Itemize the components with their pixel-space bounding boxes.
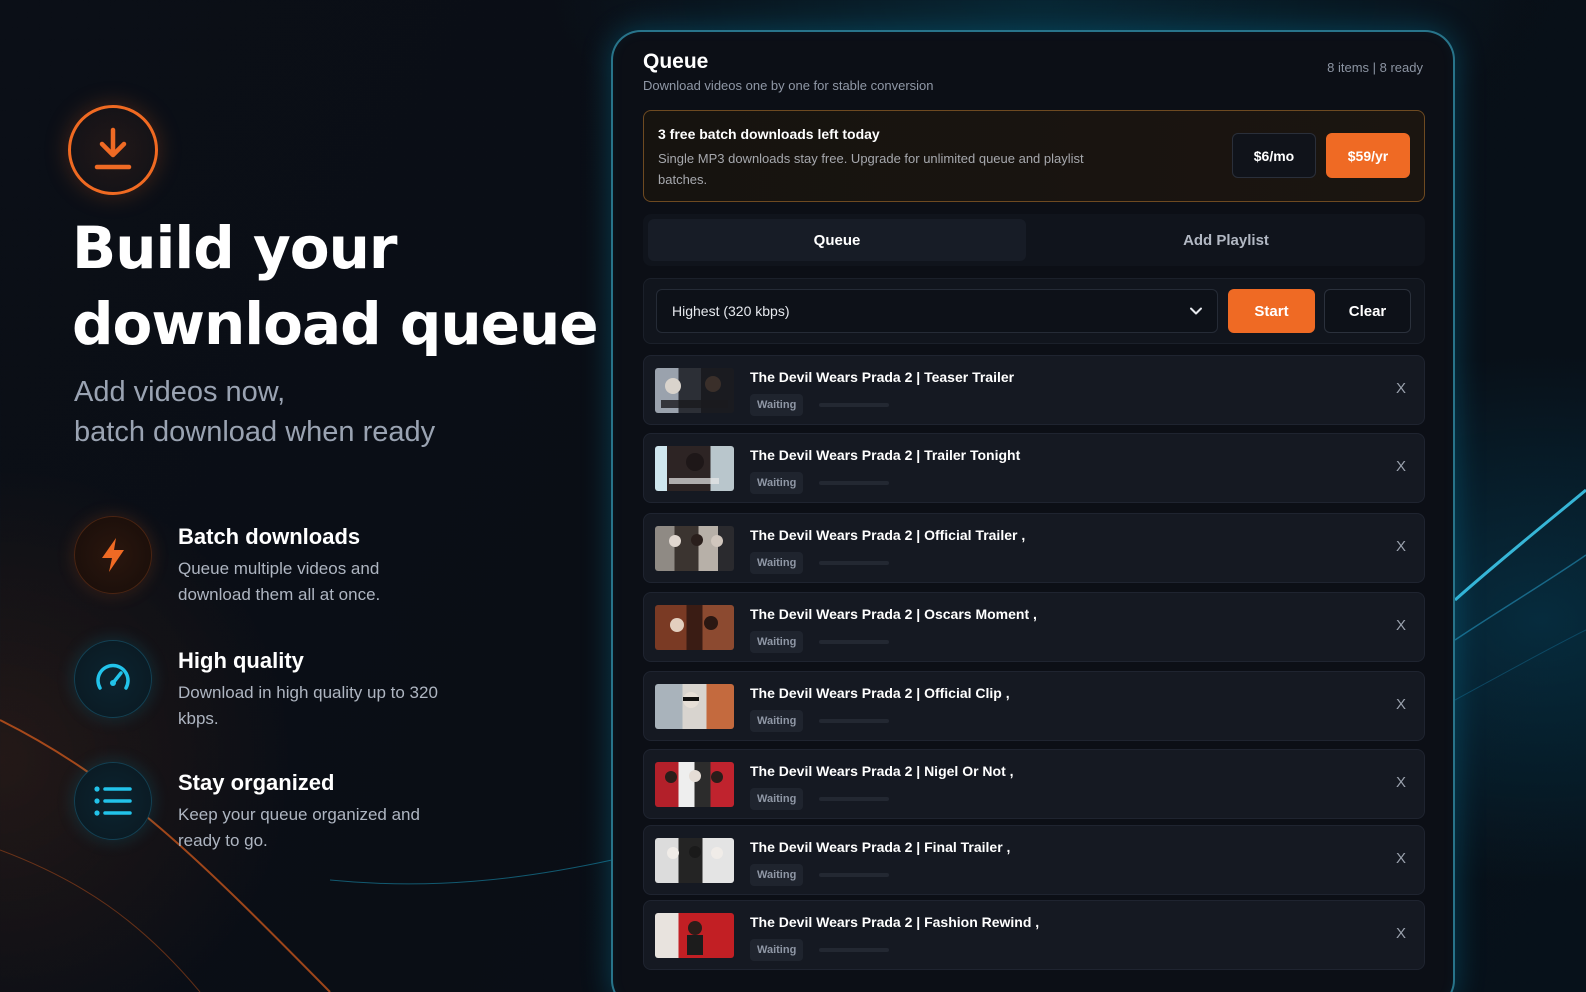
- queue-panel: Queue Download videos one by one for sta…: [611, 30, 1455, 992]
- feature-title: Batch downloads: [178, 524, 361, 549]
- hero-download-icon: [68, 105, 158, 195]
- item-title: The Devil Wears Prada 2 | Final Trailer …: [750, 839, 1011, 855]
- tab-bar: Queue Add Playlist: [643, 214, 1425, 266]
- speedometer-icon: [74, 640, 152, 718]
- yearly-plan-button[interactable]: $59/yr: [1326, 133, 1410, 178]
- progress-bar: [819, 640, 889, 644]
- item-title: The Devil Wears Prada 2 | Oscars Moment …: [750, 606, 1037, 622]
- lightning-icon: [74, 516, 152, 594]
- monthly-plan-button[interactable]: $6/mo: [1232, 133, 1316, 178]
- queue-item: The Devil Wears Prada 2 | Official Clip …: [643, 671, 1425, 741]
- tab-queue[interactable]: Queue: [648, 219, 1026, 261]
- progress-bar: [819, 948, 889, 952]
- queue-item: The Devil Wears Prada 2 | Final Trailer …: [643, 825, 1425, 895]
- progress-bar: [819, 873, 889, 877]
- queue-count: 8 items | 8 ready: [1327, 60, 1423, 75]
- feature-batch-downloads: Batch downloads Queue multiple videos an…: [74, 516, 494, 606]
- promo-text: Single MP3 downloads stay free. Upgrade …: [658, 151, 1084, 187]
- remove-item-button[interactable]: X: [1396, 538, 1406, 555]
- remove-item-button[interactable]: X: [1396, 774, 1406, 791]
- queue-item: The Devil Wears Prada 2 | Teaser Trailer…: [643, 355, 1425, 425]
- panel-title: Queue: [643, 50, 709, 73]
- tab-add-playlist[interactable]: Add Playlist: [1037, 219, 1415, 261]
- feature-description: Keep your queue organized and ready to g…: [178, 805, 420, 850]
- remove-item-button[interactable]: X: [1396, 458, 1406, 475]
- hero-title: Build your download queue: [72, 214, 599, 358]
- progress-bar: [819, 719, 889, 723]
- item-title: The Devil Wears Prada 2 | Official Clip …: [750, 685, 1010, 701]
- item-title: The Devil Wears Prada 2 | Fashion Rewind…: [750, 914, 1040, 930]
- quality-select[interactable]: Highest (320 kbps): [656, 289, 1218, 333]
- status-badge: Waiting: [750, 864, 804, 886]
- list-icon: [74, 762, 152, 840]
- status-badge: Waiting: [750, 788, 804, 810]
- promo-title: 3 free batch downloads left today: [658, 126, 880, 142]
- video-thumbnail: [655, 762, 734, 807]
- status-badge: Waiting: [750, 394, 804, 416]
- video-thumbnail: [655, 368, 734, 413]
- video-thumbnail: [655, 526, 734, 571]
- upgrade-banner: 3 free batch downloads left today Single…: [643, 110, 1425, 202]
- queue-item: The Devil Wears Prada 2 | Nigel Or Not ,…: [643, 749, 1425, 819]
- start-button[interactable]: Start: [1228, 289, 1315, 333]
- feature-high-quality: High quality Download in high quality up…: [74, 640, 494, 730]
- progress-bar: [819, 403, 889, 407]
- progress-bar: [819, 797, 889, 801]
- feature-title: Stay organized: [178, 770, 335, 795]
- progress-bar: [819, 481, 889, 485]
- feature-description: Queue multiple videos and download them …: [178, 559, 381, 604]
- remove-item-button[interactable]: X: [1396, 850, 1406, 867]
- remove-item-button[interactable]: X: [1396, 925, 1406, 942]
- queue-item: The Devil Wears Prada 2 | Fashion Rewind…: [643, 900, 1425, 970]
- video-thumbnail: [655, 446, 734, 491]
- queue-item: The Devil Wears Prada 2 | Trailer Tonigh…: [643, 433, 1425, 503]
- item-title: The Devil Wears Prada 2 | Teaser Trailer: [750, 369, 1015, 385]
- clear-button[interactable]: Clear: [1324, 289, 1411, 333]
- remove-item-button[interactable]: X: [1396, 696, 1406, 713]
- status-badge: Waiting: [750, 631, 804, 653]
- queue-controls: Highest (320 kbps) Start Clear: [643, 278, 1425, 344]
- download-icon: [94, 127, 132, 170]
- status-badge: Waiting: [750, 552, 804, 574]
- progress-bar: [819, 561, 889, 565]
- item-title: The Devil Wears Prada 2 | Nigel Or Not ,: [750, 763, 1014, 779]
- item-title: The Devil Wears Prada 2 | Official Trail…: [750, 527, 1026, 543]
- video-thumbnail: [655, 605, 734, 650]
- feature-title: High quality: [178, 648, 304, 673]
- feature-stay-organized: Stay organized Keep your queue organized…: [74, 762, 494, 852]
- feature-description: Download in high quality up to 320 kbps.: [178, 683, 438, 728]
- queue-item: The Devil Wears Prada 2 | Oscars Moment …: [643, 592, 1425, 662]
- remove-item-button[interactable]: X: [1396, 380, 1406, 397]
- status-badge: Waiting: [750, 939, 804, 961]
- status-badge: Waiting: [750, 472, 804, 494]
- video-thumbnail: [655, 838, 734, 883]
- panel-subtitle: Download videos one by one for stable co…: [643, 78, 934, 93]
- hero-subtitle: Add videos now, batch download when ready: [74, 376, 436, 448]
- video-thumbnail: [655, 913, 734, 958]
- video-thumbnail: [655, 684, 734, 729]
- chevron-down-icon: [1190, 307, 1202, 315]
- quality-select-value: Highest (320 kbps): [672, 303, 790, 319]
- item-title: The Devil Wears Prada 2 | Trailer Tonigh…: [750, 447, 1021, 463]
- status-badge: Waiting: [750, 710, 804, 732]
- queue-item: The Devil Wears Prada 2 | Official Trail…: [643, 513, 1425, 583]
- remove-item-button[interactable]: X: [1396, 617, 1406, 634]
